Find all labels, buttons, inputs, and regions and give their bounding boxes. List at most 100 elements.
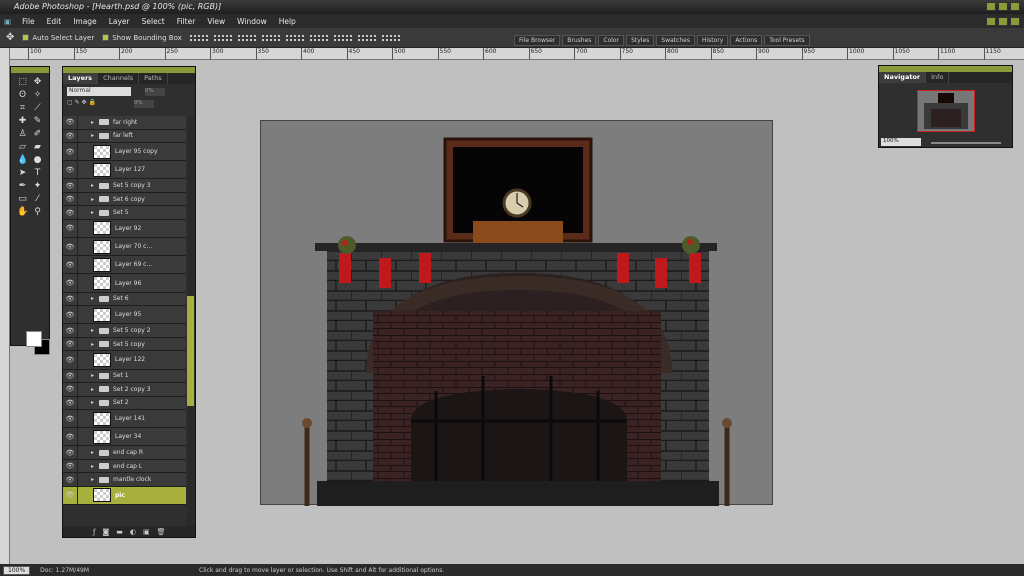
brush-tool-icon[interactable]: ✎ [32,116,43,126]
align-buttons[interactable] [189,34,400,41]
menu-edit[interactable]: Edit [46,17,63,26]
foreground-color-swatch[interactable] [26,331,42,347]
expand-arrow-icon[interactable]: ▸ [91,449,99,456]
layer-link-toggle[interactable] [77,459,91,473]
lock-icons[interactable]: ▢ ✎ ✥ 🔒 [67,99,96,106]
navigator-preview[interactable] [917,90,975,132]
layer-link-toggle[interactable] [77,383,91,396]
layer-row[interactable]: 👁 Layer 70 c... [63,238,186,257]
layer-row[interactable]: 👁 Layer 69 c... [63,256,186,275]
layer-link-toggle[interactable] [77,410,91,428]
gradient-tool-icon[interactable]: ▰ [32,142,43,152]
visibility-eye-icon[interactable]: 👁 [63,182,77,190]
expand-arrow-icon[interactable]: ▸ [91,196,99,203]
eyedropper-tool-icon[interactable]: ⁄ [32,194,43,204]
layer-row[interactable]: 👁 Layer 96 [63,274,186,293]
expand-arrow-icon[interactable]: ▸ [91,386,99,393]
menu-window[interactable]: Window [236,17,268,26]
layer-link-toggle[interactable] [77,306,91,324]
visibility-eye-icon[interactable]: 👁 [63,372,77,380]
move-tool-icon[interactable]: ✥ [6,32,14,43]
shape-tool-icon[interactable]: ✦ [32,181,43,191]
doc-minimize-button[interactable] [986,17,996,26]
menu-layer[interactable]: Layer [108,17,131,26]
well-actions[interactable]: Actions [730,35,763,46]
lasso-tool-icon[interactable]: ʘ [17,90,28,100]
well-tool-presets[interactable]: Tool Presets [764,35,810,46]
expand-arrow-icon[interactable]: ▸ [91,182,99,189]
visibility-eye-icon[interactable]: 👁 [63,433,77,441]
new-layer-icon[interactable]: ▣ [143,528,150,536]
layer-row[interactable]: 👁 ▸ Set 6 copy [63,192,186,207]
layer-style-icon[interactable]: ƒ [93,528,95,536]
layer-link-toggle[interactable] [77,351,91,369]
layer-link-toggle[interactable] [77,206,91,219]
blur-tool-icon[interactable]: 💧 [17,155,28,165]
auto-select-checkbox[interactable]: Auto Select Layer [22,34,94,42]
expand-arrow-icon[interactable]: ▸ [91,327,99,334]
expand-arrow-icon[interactable]: ▸ [91,295,99,302]
visibility-eye-icon[interactable]: 👁 [63,476,77,484]
layer-link-toggle[interactable] [77,143,91,161]
fill-field[interactable]: 0% [133,100,154,108]
layer-link-toggle[interactable] [77,446,91,459]
expand-arrow-icon[interactable]: ▸ [91,399,99,406]
tab-paths[interactable]: Paths [139,73,168,84]
layer-row[interactable]: 👁 Layer 95 [63,306,186,325]
eraser-tool-icon[interactable]: ▱ [17,142,28,152]
layer-link-toggle[interactable] [77,396,91,409]
visibility-eye-icon[interactable]: 👁 [63,415,77,423]
minimize-button[interactable] [986,2,996,11]
visibility-eye-icon[interactable]: 👁 [63,385,77,393]
layer-row[interactable]: 👁 Layer 34 [63,428,186,447]
visibility-eye-icon[interactable]: 👁 [63,261,77,269]
expand-arrow-icon[interactable]: ▸ [91,372,99,379]
visibility-eye-icon[interactable]: 👁 [63,311,77,319]
visibility-eye-icon[interactable]: 👁 [63,462,77,470]
zoom-tool-icon[interactable]: ⚲ [32,207,43,217]
well-styles[interactable]: Styles [626,35,655,46]
tab-channels[interactable]: Channels [98,73,140,84]
layer-link-toggle[interactable] [77,337,91,351]
visibility-eye-icon[interactable]: 👁 [63,295,77,303]
layer-link-toggle[interactable] [77,324,91,337]
new-set-icon[interactable]: ▬ [116,528,123,536]
layer-row[interactable]: 👁 Layer 95 copy [63,143,186,162]
expand-arrow-icon[interactable]: ▸ [91,341,99,348]
trash-icon[interactable]: 🗑 [157,528,166,536]
well-history[interactable]: History [696,35,729,46]
layer-row[interactable]: 👁 ▸ Set 5 copy 2 [63,324,186,338]
visibility-eye-icon[interactable]: 👁 [63,195,77,203]
visibility-eye-icon[interactable]: 👁 [63,118,77,126]
expand-arrow-icon[interactable]: ▸ [91,463,99,470]
layer-row[interactable]: 👁 ▸ Set 5 [63,206,186,220]
adjustment-layer-icon[interactable]: ◐ [130,528,136,536]
layer-row[interactable]: 👁 ▸ Set 1 [63,369,186,383]
visibility-eye-icon[interactable]: 👁 [63,224,77,232]
crop-tool-icon[interactable]: ⌗ [17,103,28,113]
menu-file[interactable]: File [21,17,36,26]
history-brush-tool-icon[interactable]: ✐ [32,129,43,139]
healing-brush-tool-icon[interactable]: ✚ [17,116,28,126]
layer-row[interactable]: 👁 ▸ Set 6 [63,292,186,307]
layer-link-toggle[interactable] [77,129,91,142]
layer-link-toggle[interactable] [77,369,91,382]
layer-row[interactable]: 👁 Layer 141 [63,410,186,429]
menu-filter[interactable]: Filter [176,17,197,26]
well-color[interactable]: Color [598,35,625,46]
visibility-eye-icon[interactable]: 👁 [63,399,77,407]
layer-link-toggle[interactable] [77,161,91,179]
bounding-box-checkbox[interactable]: Show Bounding Box [102,34,182,42]
navigator-zoom-field[interactable]: 100% [881,138,921,146]
doc-restore-button[interactable] [998,17,1008,26]
status-zoom-field[interactable]: 100% [3,565,31,575]
layer-row[interactable]: 👁 ▸ Set 5 copy [63,337,186,352]
blend-mode-select[interactable]: Normal [67,87,131,96]
pen-tool-icon[interactable]: ✒ [17,181,28,191]
visibility-eye-icon[interactable]: 👁 [63,132,77,140]
layer-row[interactable]: 👁 ▸ mantle clock [63,473,186,487]
expand-arrow-icon[interactable]: ▸ [91,119,99,126]
well-swatches[interactable]: Swatches [656,35,695,46]
navigator-zoom-slider[interactable] [931,142,1001,144]
tab-info[interactable]: Info [926,72,950,83]
